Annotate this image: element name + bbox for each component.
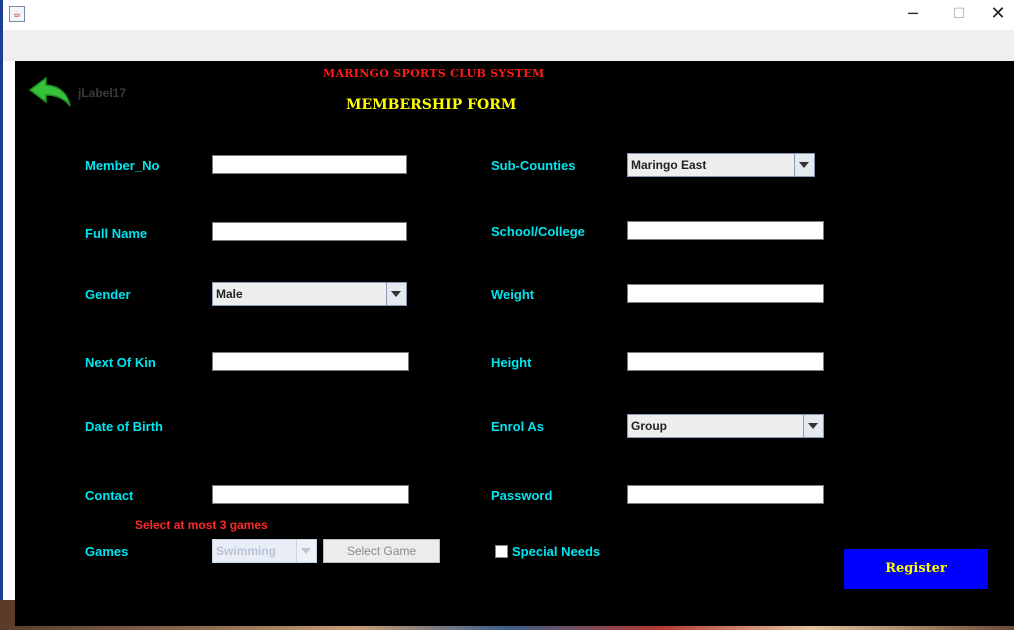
membership-panel xyxy=(15,61,1014,626)
games-value: Swimming xyxy=(216,544,277,558)
enrol-as-label: Enrol As xyxy=(491,419,544,434)
maximize-button[interactable]: ☐ xyxy=(936,0,982,30)
form-title: MEMBERSHIP FORM xyxy=(346,97,517,113)
member-no-input[interactable] xyxy=(212,155,407,174)
contact-input[interactable] xyxy=(212,485,409,504)
height-label: Height xyxy=(491,355,532,370)
weight-label: Weight xyxy=(491,287,535,302)
full-name-label: Full Name xyxy=(85,226,148,241)
special-needs-label[interactable]: Special Needs xyxy=(512,544,600,559)
chevron-down-icon[interactable] xyxy=(803,415,823,437)
gender-select[interactable]: Male xyxy=(212,282,407,306)
school-input[interactable] xyxy=(627,221,824,240)
system-title: MARINGO SPORTS CLUB SYSTEM xyxy=(323,67,545,80)
next-of-kin-input[interactable] xyxy=(212,352,409,371)
window-toolbar-area xyxy=(3,30,1014,61)
register-button[interactable]: Register xyxy=(844,549,988,589)
desktop-edge xyxy=(0,0,3,630)
gender-label: Gender xyxy=(85,287,131,302)
close-button[interactable]: ✕ xyxy=(982,0,1014,30)
school-label: School/College xyxy=(491,224,585,239)
full-name-input[interactable] xyxy=(212,222,407,241)
sub-counties-select[interactable]: Maringo East xyxy=(627,153,815,177)
special-needs-checkbox[interactable] xyxy=(495,545,508,558)
minimize-button[interactable]: ─ xyxy=(890,0,936,30)
games-label: Games xyxy=(85,544,129,559)
next-of-kin-label: Next Of Kin xyxy=(85,355,156,370)
member-no-label: Member_No xyxy=(85,158,160,173)
jlabel17: jLabel17 xyxy=(78,86,127,100)
gender-value: Male xyxy=(216,287,243,301)
java-app-icon: ☕ xyxy=(9,6,25,22)
sub-counties-value: Maringo East xyxy=(631,158,707,172)
select-game-button[interactable]: Select Game xyxy=(323,539,440,563)
chevron-down-icon[interactable] xyxy=(386,283,406,305)
weight-input[interactable] xyxy=(627,284,824,303)
enrol-as-select[interactable]: Group xyxy=(627,414,824,438)
games-select[interactable]: Swimming xyxy=(212,539,317,563)
back-arrow-icon[interactable] xyxy=(26,74,76,110)
games-warning: Select at most 3 games xyxy=(135,518,268,532)
title-bar: ☕ ─ ☐ ✕ xyxy=(0,0,1014,30)
password-label: Password xyxy=(491,488,553,503)
password-input[interactable] xyxy=(627,485,824,504)
sub-counties-label: Sub-Counties xyxy=(491,158,576,173)
contact-label: Contact xyxy=(85,488,134,503)
chevron-down-icon[interactable] xyxy=(296,540,316,562)
height-input[interactable] xyxy=(627,352,824,371)
enrol-as-value: Group xyxy=(631,419,667,433)
date-of-birth-label: Date of Birth xyxy=(85,419,163,434)
chevron-down-icon[interactable] xyxy=(794,154,814,176)
